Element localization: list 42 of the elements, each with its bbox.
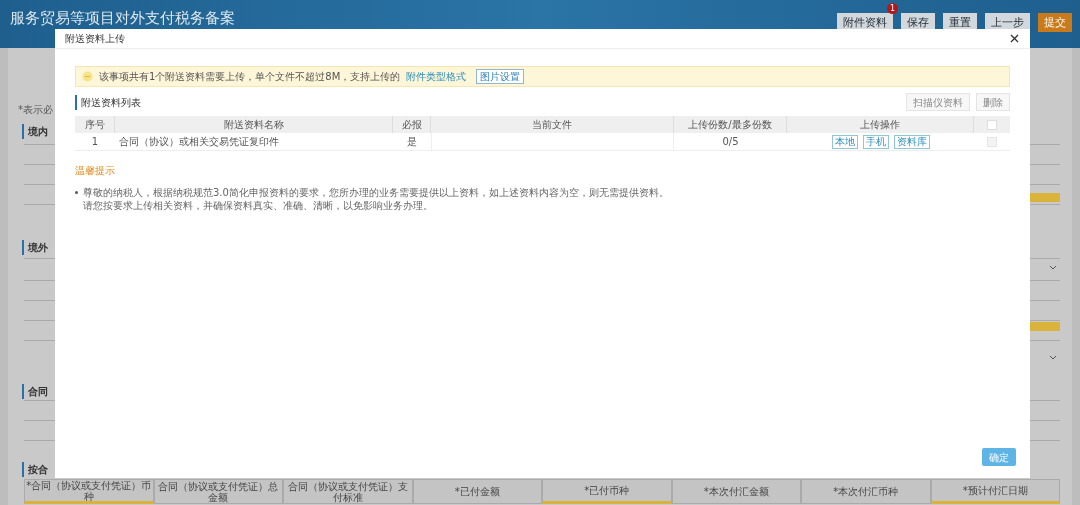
column-header: *已付币种 [542,479,672,504]
notification-badge: 1 [887,3,898,14]
confirm-button[interactable]: 确定 [982,448,1016,466]
chevron-down-icon [1049,355,1057,361]
column-header: 上传操作 [787,116,974,133]
field-cell [1030,193,1060,202]
column-header: *本次付汇币种 [801,479,931,504]
select-all-checkbox[interactable] [987,119,997,130]
section-heading: 境内 [22,124,48,139]
table-cell-text: 是 [406,135,418,149]
section-heading: 按合 [22,462,48,477]
table-cell-text: 1 [90,135,100,149]
required-note: *表示必 [18,103,53,117]
bullet-icon [75,191,78,194]
format-link[interactable]: 附件类型格式 [406,69,467,84]
column-header: 合同（协议或支付凭证）支付标准 [283,479,413,504]
close-button[interactable] [1008,32,1020,45]
column-header: *预计付汇日期 [930,479,1060,504]
column-header: 序号 [75,116,115,133]
table-cell-text: 合同（协议）或相关交易凭证复印件 [118,135,280,149]
column-header: 当前文件 [431,116,674,133]
field-cell [1030,322,1060,331]
image-settings-button[interactable]: 图片设置 [476,69,525,84]
column-header: *已付金额 [412,479,542,504]
column-header: *合同（协议或支付凭证）币种 [24,479,154,504]
tip-text: 尊敬的纳税人，根据纳税规范3.0简化申报资料的要求，您所办理的业务需要提供以上资料，如上述资料内容为空，则无需提供资料。 [83,186,669,199]
table-cell-text: 0/5 [721,135,740,149]
page-title: 服务贸易等项目对外支付税务备案 [10,8,235,29]
tips-title: 温馨提示 [75,164,116,178]
notice-text: 该事项共有1个附送资料需要上传，单个文件不超过8M，支持上传的 [99,70,401,84]
column-header: 合同（协议或支付凭证）总金额 [153,479,283,504]
chevron-down-icon [1049,265,1057,271]
column-header: 上传份数/最多份数 [674,116,787,133]
column-header: 附送资料名称 [115,116,393,133]
section-heading: 附送资料列表 [75,94,141,110]
tip-text: 请您按要求上传相关资料，并确保资料真实、准确、清晰，以免影响业务办理。 [83,199,433,212]
dialog-title: 附送资料上传 [65,32,125,46]
toolbar-button[interactable]: 提交 [1038,13,1072,32]
section-heading: 境外 [22,240,48,255]
column-header: 必报 [393,116,431,133]
column-header: *本次付汇金额 [671,479,801,504]
info-icon [82,71,93,82]
